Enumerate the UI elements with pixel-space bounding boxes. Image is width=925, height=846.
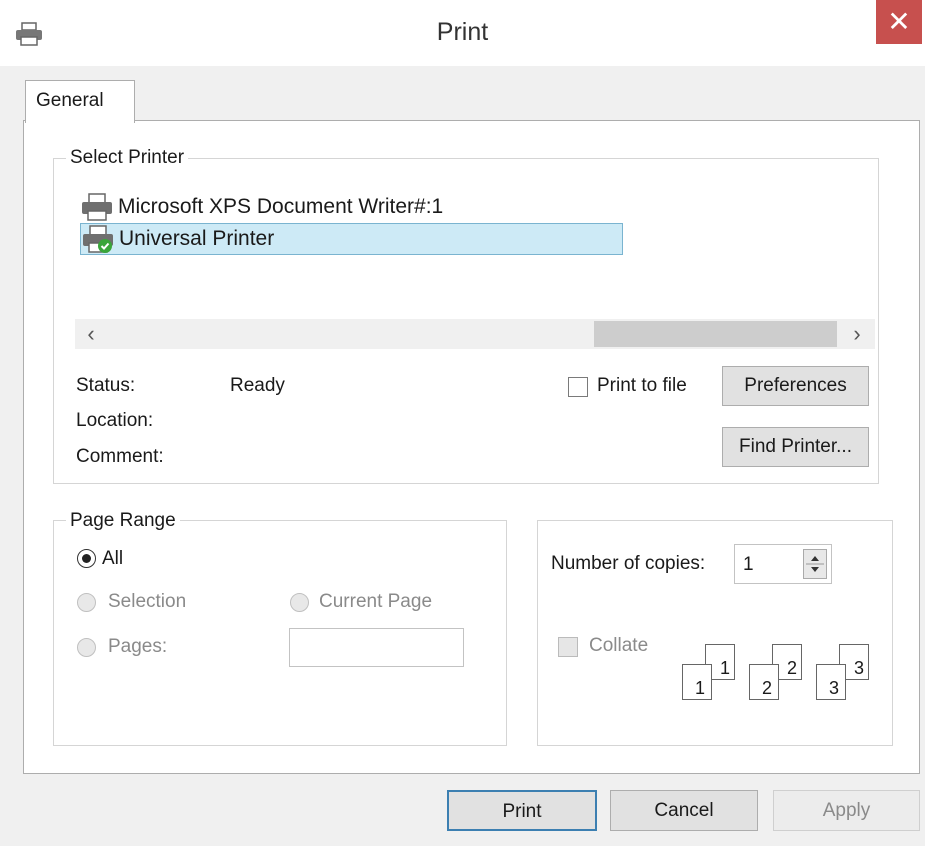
all-radio[interactable]	[77, 549, 96, 568]
pages-label: Pages:	[108, 636, 168, 657]
printer-icon	[82, 193, 112, 221]
spinner-arrows-icon	[806, 556, 824, 572]
printer-name: Universal Printer	[119, 227, 275, 250]
copies-spinner[interactable]	[803, 549, 827, 579]
find-printer-button[interactable]: Find Printer...	[722, 427, 869, 467]
preferences-button[interactable]: Preferences	[722, 366, 869, 406]
copies-input[interactable]: 1	[734, 544, 832, 584]
page-range-legend: Page Range	[66, 510, 180, 532]
collate-label: Collate	[589, 635, 649, 656]
scroll-right-icon[interactable]: ›	[845, 321, 869, 347]
collate-checkbox	[558, 637, 578, 657]
collate-page-icon: 3	[816, 664, 846, 700]
printer-name: Microsoft XPS Document Writer#:1	[118, 195, 444, 218]
print-to-file-label[interactable]: Print to file	[597, 375, 687, 397]
location-label: Location:	[76, 410, 154, 431]
scroll-left-icon[interactable]: ‹	[79, 321, 103, 347]
print-to-file-checkbox[interactable]	[568, 377, 588, 397]
printer-list-item-selected[interactable]: Universal Printer	[80, 223, 623, 255]
current-page-label: Current Page	[319, 591, 433, 612]
selection-radio	[77, 593, 96, 612]
collate-page-icon: 1	[682, 664, 712, 700]
window-title: Print	[436, 18, 489, 46]
printer-list-scrollbar[interactable]: ‹ ›	[75, 319, 875, 349]
all-label[interactable]: All	[102, 548, 123, 570]
collate-page-icon: 2	[749, 664, 779, 700]
apply-button: Apply	[773, 790, 920, 831]
copies-label: Number of copies:	[551, 553, 706, 574]
close-button[interactable]: ✕	[876, 0, 922, 44]
title-bar: Print ✕	[0, 0, 925, 66]
pages-input	[289, 628, 464, 667]
default-printer-icon	[83, 225, 113, 253]
printer-list-item[interactable]: Microsoft XPS Document Writer#:1	[80, 190, 600, 224]
comment-label: Comment:	[76, 446, 164, 467]
print-button[interactable]: Print	[447, 790, 597, 831]
copies-value: 1	[743, 554, 754, 575]
tab-label: General	[36, 90, 104, 111]
cancel-button[interactable]: Cancel	[610, 790, 758, 831]
pages-radio	[77, 638, 96, 657]
tab-general[interactable]: General	[25, 80, 135, 123]
status-label: Status:	[76, 375, 136, 396]
scroll-thumb[interactable]	[594, 321, 837, 347]
current-page-radio	[290, 593, 309, 612]
select-printer-legend: Select Printer	[66, 147, 189, 169]
selection-label: Selection	[108, 591, 187, 612]
status-value: Ready	[230, 375, 285, 396]
